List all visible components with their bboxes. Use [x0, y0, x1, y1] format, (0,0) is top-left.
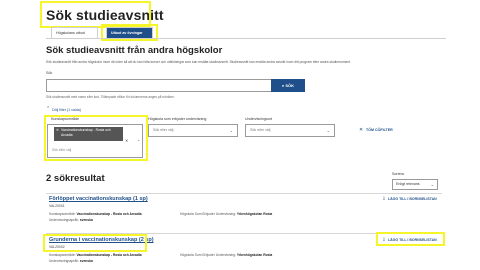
location-filter-select[interactable]: Sök eller välj ⌄: [245, 124, 335, 137]
chevron-down-icon: ⌄: [326, 128, 330, 133]
result-language-key: Undervisningsspråk:: [49, 218, 79, 222]
tab-hogskolans-utbud[interactable]: Högskolans utbud: [51, 27, 98, 38]
result-area-key: Kunskapsområde:: [49, 253, 76, 257]
result-title-link[interactable]: Förlöppet vaccinationskunskap (1 sp): [49, 196, 148, 202]
highlight-add-button: [376, 232, 445, 246]
result-divider: [46, 193, 442, 194]
highlight-area-filter: [44, 115, 148, 161]
add-to-list-button[interactable]: LÄGG TILL I BORNSELISTAN: [388, 197, 437, 201]
add-list-icon[interactable]: ⇩: [382, 196, 386, 202]
chevron-down-icon: ⌄: [430, 182, 434, 187]
search-button-label: SÖK: [285, 83, 295, 88]
offering-filter-label: Högskola som erbjuder undervisning: [148, 117, 207, 121]
result-language: Undervisningsspråk: svenska: [49, 218, 93, 222]
result-area-value: Vaccinationskunskap - Rosia och Arcadia: [76, 212, 142, 216]
result-area: Kunskapsområde: Vaccinationskunskap - Ro…: [49, 212, 142, 216]
toggle-filters-link[interactable]: Dölj filter (1 valda): [52, 108, 81, 112]
tab-divider: [46, 38, 446, 39]
result-area-value: Vaccinationskunskap - Rosia och Arcadia: [76, 253, 142, 257]
section-intro: Sök studieavsnitt från andra högskolor i…: [46, 60, 351, 64]
result-language-key: Undervisningsspråk:: [49, 259, 79, 263]
chevron-down-icon: ⌄: [229, 128, 233, 133]
result-language: Undervisningsspråk: svenska: [49, 259, 93, 263]
result-language-value: svenska: [79, 259, 93, 263]
result-offering-value: Yrkeshögskolan Rosia: [236, 253, 273, 257]
search-label: Sök: [46, 71, 53, 75]
result-offering-key: Högskola Som Erbjuder Undervisning:: [180, 212, 236, 216]
sort-select-value: Enligt relevans: [396, 182, 420, 186]
search-input[interactable]: [46, 79, 272, 92]
search-help-text: Sök studieavsnitt med namn eller kod. Ti…: [46, 95, 175, 99]
result-area: Kunskapsområde: Vaccinationskunskap - Ro…: [49, 253, 142, 257]
result-language-value: svenska: [79, 218, 93, 222]
offering-filter-placeholder: Sök eller välj: [153, 128, 174, 132]
result-code: VAL20001: [49, 204, 65, 208]
result-offering: Högskola Som Erbjuder Undervisning: Yrke…: [180, 253, 272, 257]
clear-filters-button[interactable]: TÖM CÖFILTER: [366, 128, 393, 132]
result-area-key: Kunskapsområde:: [49, 212, 76, 216]
result-offering: Högskola Som Erbjuder Undervisning: Yrke…: [180, 212, 272, 216]
section-title: Sök studieavsnitt från andra högskolor: [46, 45, 223, 56]
location-filter-label: Undervisningsort: [245, 117, 272, 121]
sort-label: Sortera: [392, 172, 404, 176]
location-filter-placeholder: Sök eller välj: [250, 128, 271, 132]
clear-filters-icon[interactable]: ✕: [359, 127, 363, 133]
highlight-result-title: [43, 234, 147, 252]
results-count-title: 2 sökresultat: [46, 173, 105, 184]
chevron-up-icon[interactable]: ⌃: [46, 107, 51, 112]
result-offering-value: Yrkeshögskolan Rosia: [236, 212, 273, 216]
sort-select[interactable]: Enligt relevans ⌄: [392, 179, 438, 190]
search-button[interactable]: ⌕ SÖK: [271, 79, 305, 92]
result-offering-key: Högskola Som Erbjuder Undervisning:: [180, 253, 236, 257]
offering-filter-select[interactable]: Sök eller välj ⌄: [148, 124, 238, 137]
